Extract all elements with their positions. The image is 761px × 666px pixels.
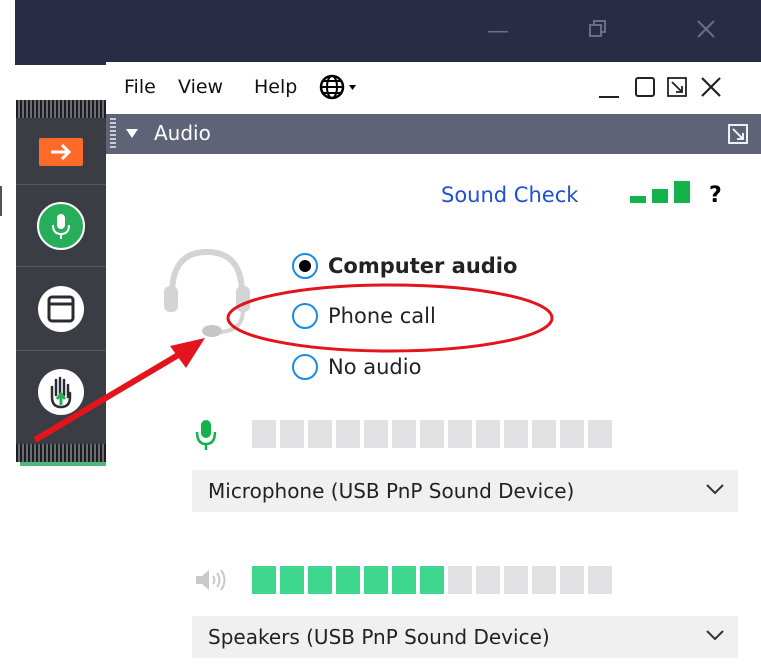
annotation-overlay	[33, 283, 554, 443]
highlight-ellipse	[226, 283, 554, 353]
annotation-arrow-line	[33, 345, 192, 443]
annotation-arrowhead	[170, 338, 205, 368]
